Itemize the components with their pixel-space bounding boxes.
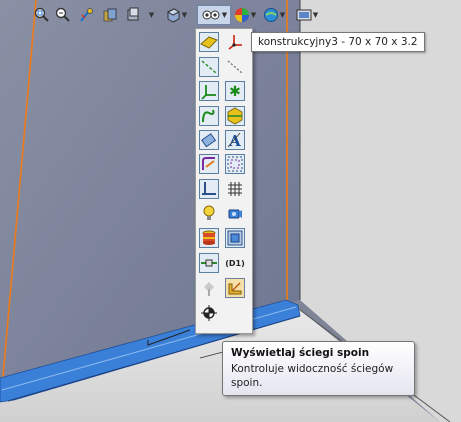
dimension-label-text: (D1) [225,258,245,268]
edit-appearance-icon[interactable]: ▼ [232,5,258,25]
view-planes-icon[interactable] [199,32,219,52]
view-3d-sketch-planes-icon[interactable] [199,154,219,174]
tooltip-description: Kontroluje widoczność ściegów spoin. [231,363,394,389]
view-decals-icon[interactable] [199,228,219,248]
view-bounding-box-icon[interactable] [225,228,245,248]
view-curves-icon[interactable] [199,106,219,126]
previous-view-icon[interactable] [78,5,96,25]
zoom-to-fit-icon[interactable] [33,5,51,25]
view-weld-symbols-icon[interactable] [199,278,219,298]
view-cameras-icon[interactable] [225,203,245,223]
tooltip-title: Wyświetlaj ściegi spoin [231,347,370,359]
hide-show-items-flyout: ✱ A (D1) [195,28,253,334]
view-center-of-mass-icon[interactable] [199,303,219,323]
view-parting-lines-icon[interactable] [225,106,245,126]
view-sketch-relations-icon[interactable] [225,154,245,174]
zoom-to-area-icon[interactable] [54,5,72,25]
view-sketches-icon[interactable] [199,130,219,150]
view-annotations-icon[interactable]: A [225,130,245,150]
view-weld-beads-icon[interactable] [225,278,245,298]
view-dimension-labels-icon[interactable]: (D1) [225,253,245,273]
view-points-icon[interactable]: ✱ [225,81,245,101]
svg-text:A: A [228,132,241,149]
weld-beads-tooltip: Wyświetlaj ściegi spoin Kontroluje widoc… [222,341,415,396]
dynamic-annotation-icon[interactable] [124,5,142,25]
hide-show-items-icon[interactable]: ▼ [197,5,231,25]
view-weld-routing-icon[interactable] [199,253,219,273]
view-dimension-names-icon[interactable] [199,179,219,199]
view-coordinate-systems-icon[interactable] [199,81,219,101]
view-grid-icon[interactable] [225,179,245,199]
apply-scene-icon[interactable]: ▼ [262,5,286,25]
toolbar-dropdown-arrow[interactable]: ▼ [146,5,156,25]
view-orientation-icon[interactable]: ▼ [164,5,188,25]
svg-text:✱: ✱ [229,84,241,100]
section-view-icon[interactable] [101,5,119,25]
part-name-tooltip: konstrukcyjny3 - 70 x 70 x 3.2 [251,32,425,52]
view-origins-icon[interactable] [225,32,245,52]
view-settings-icon[interactable]: ▼ [294,5,320,25]
view-lights-icon[interactable] [199,203,219,223]
view-temporary-axes-icon[interactable] [225,57,245,77]
view-axes-icon[interactable] [199,57,219,77]
